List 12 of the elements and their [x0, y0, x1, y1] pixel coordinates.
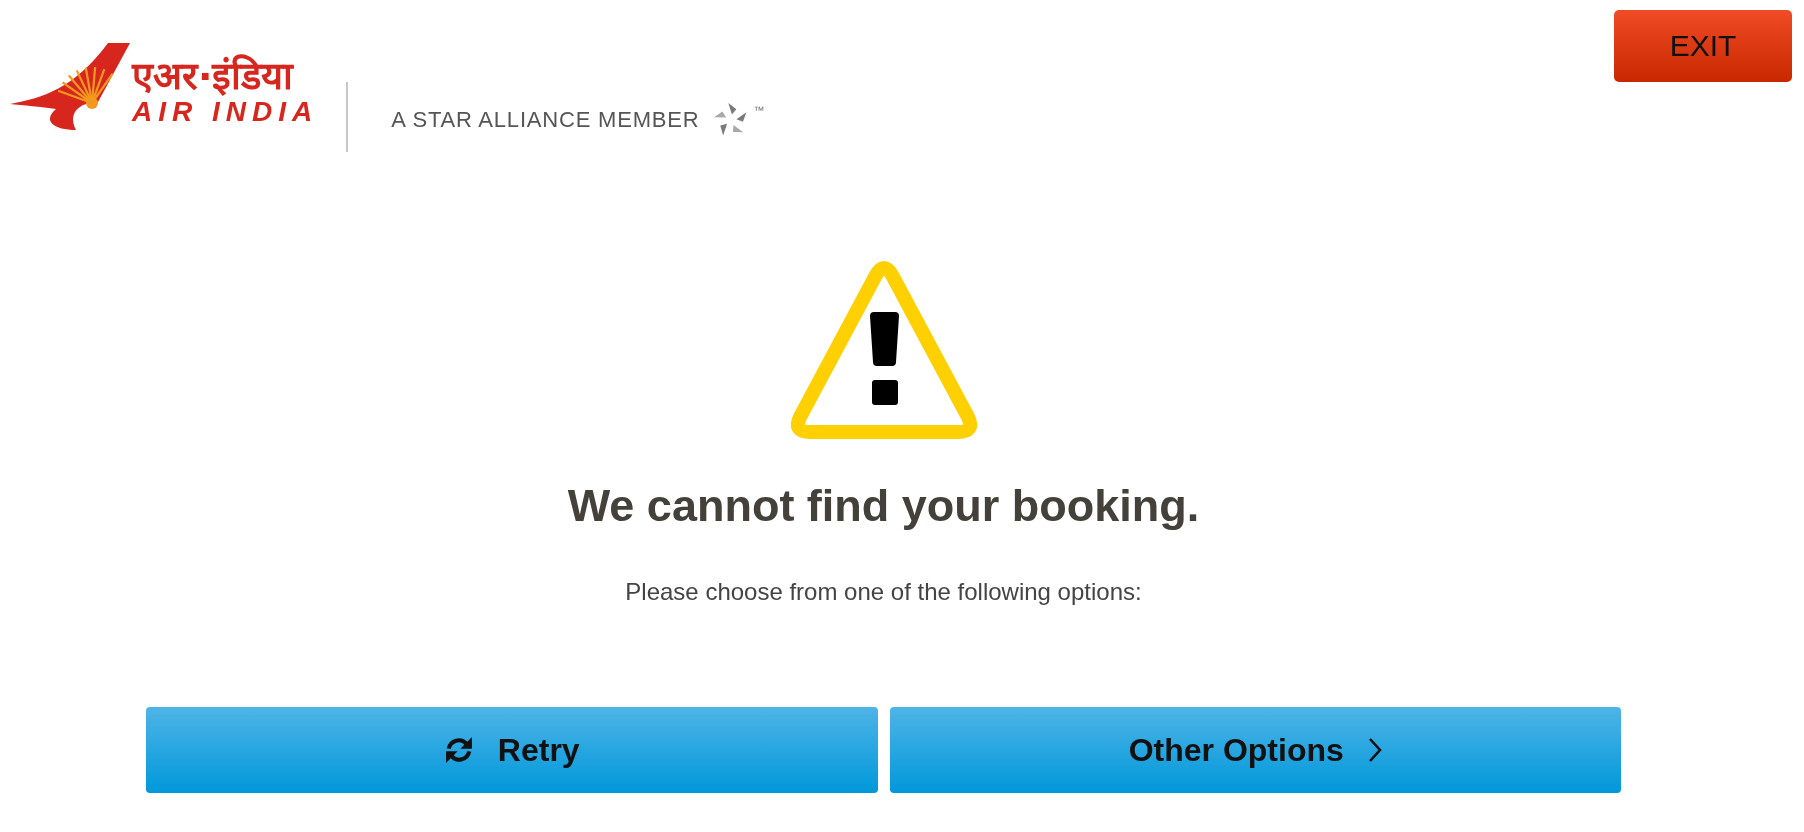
exit-button[interactable]: EXIT	[1614, 10, 1792, 82]
logo-text: AIR INDIA	[132, 96, 319, 128]
trademark-text: ™	[753, 104, 765, 116]
retry-button[interactable]: Retry	[146, 707, 878, 793]
instruction-text: Please choose from one of the following options:	[625, 577, 1142, 607]
other-options-button[interactable]: Other Options	[889, 707, 1621, 793]
error-title: We cannot find your booking.	[567, 479, 1200, 533]
tail-logo-icon	[10, 42, 130, 132]
refresh-icon	[443, 735, 474, 765]
alliance-member-text: A STAR ALLIANCE MEMBER	[391, 107, 700, 133]
logo-hindi-text: एअर·इंडिया	[132, 56, 295, 96]
chevron-right-icon	[1367, 737, 1382, 763]
